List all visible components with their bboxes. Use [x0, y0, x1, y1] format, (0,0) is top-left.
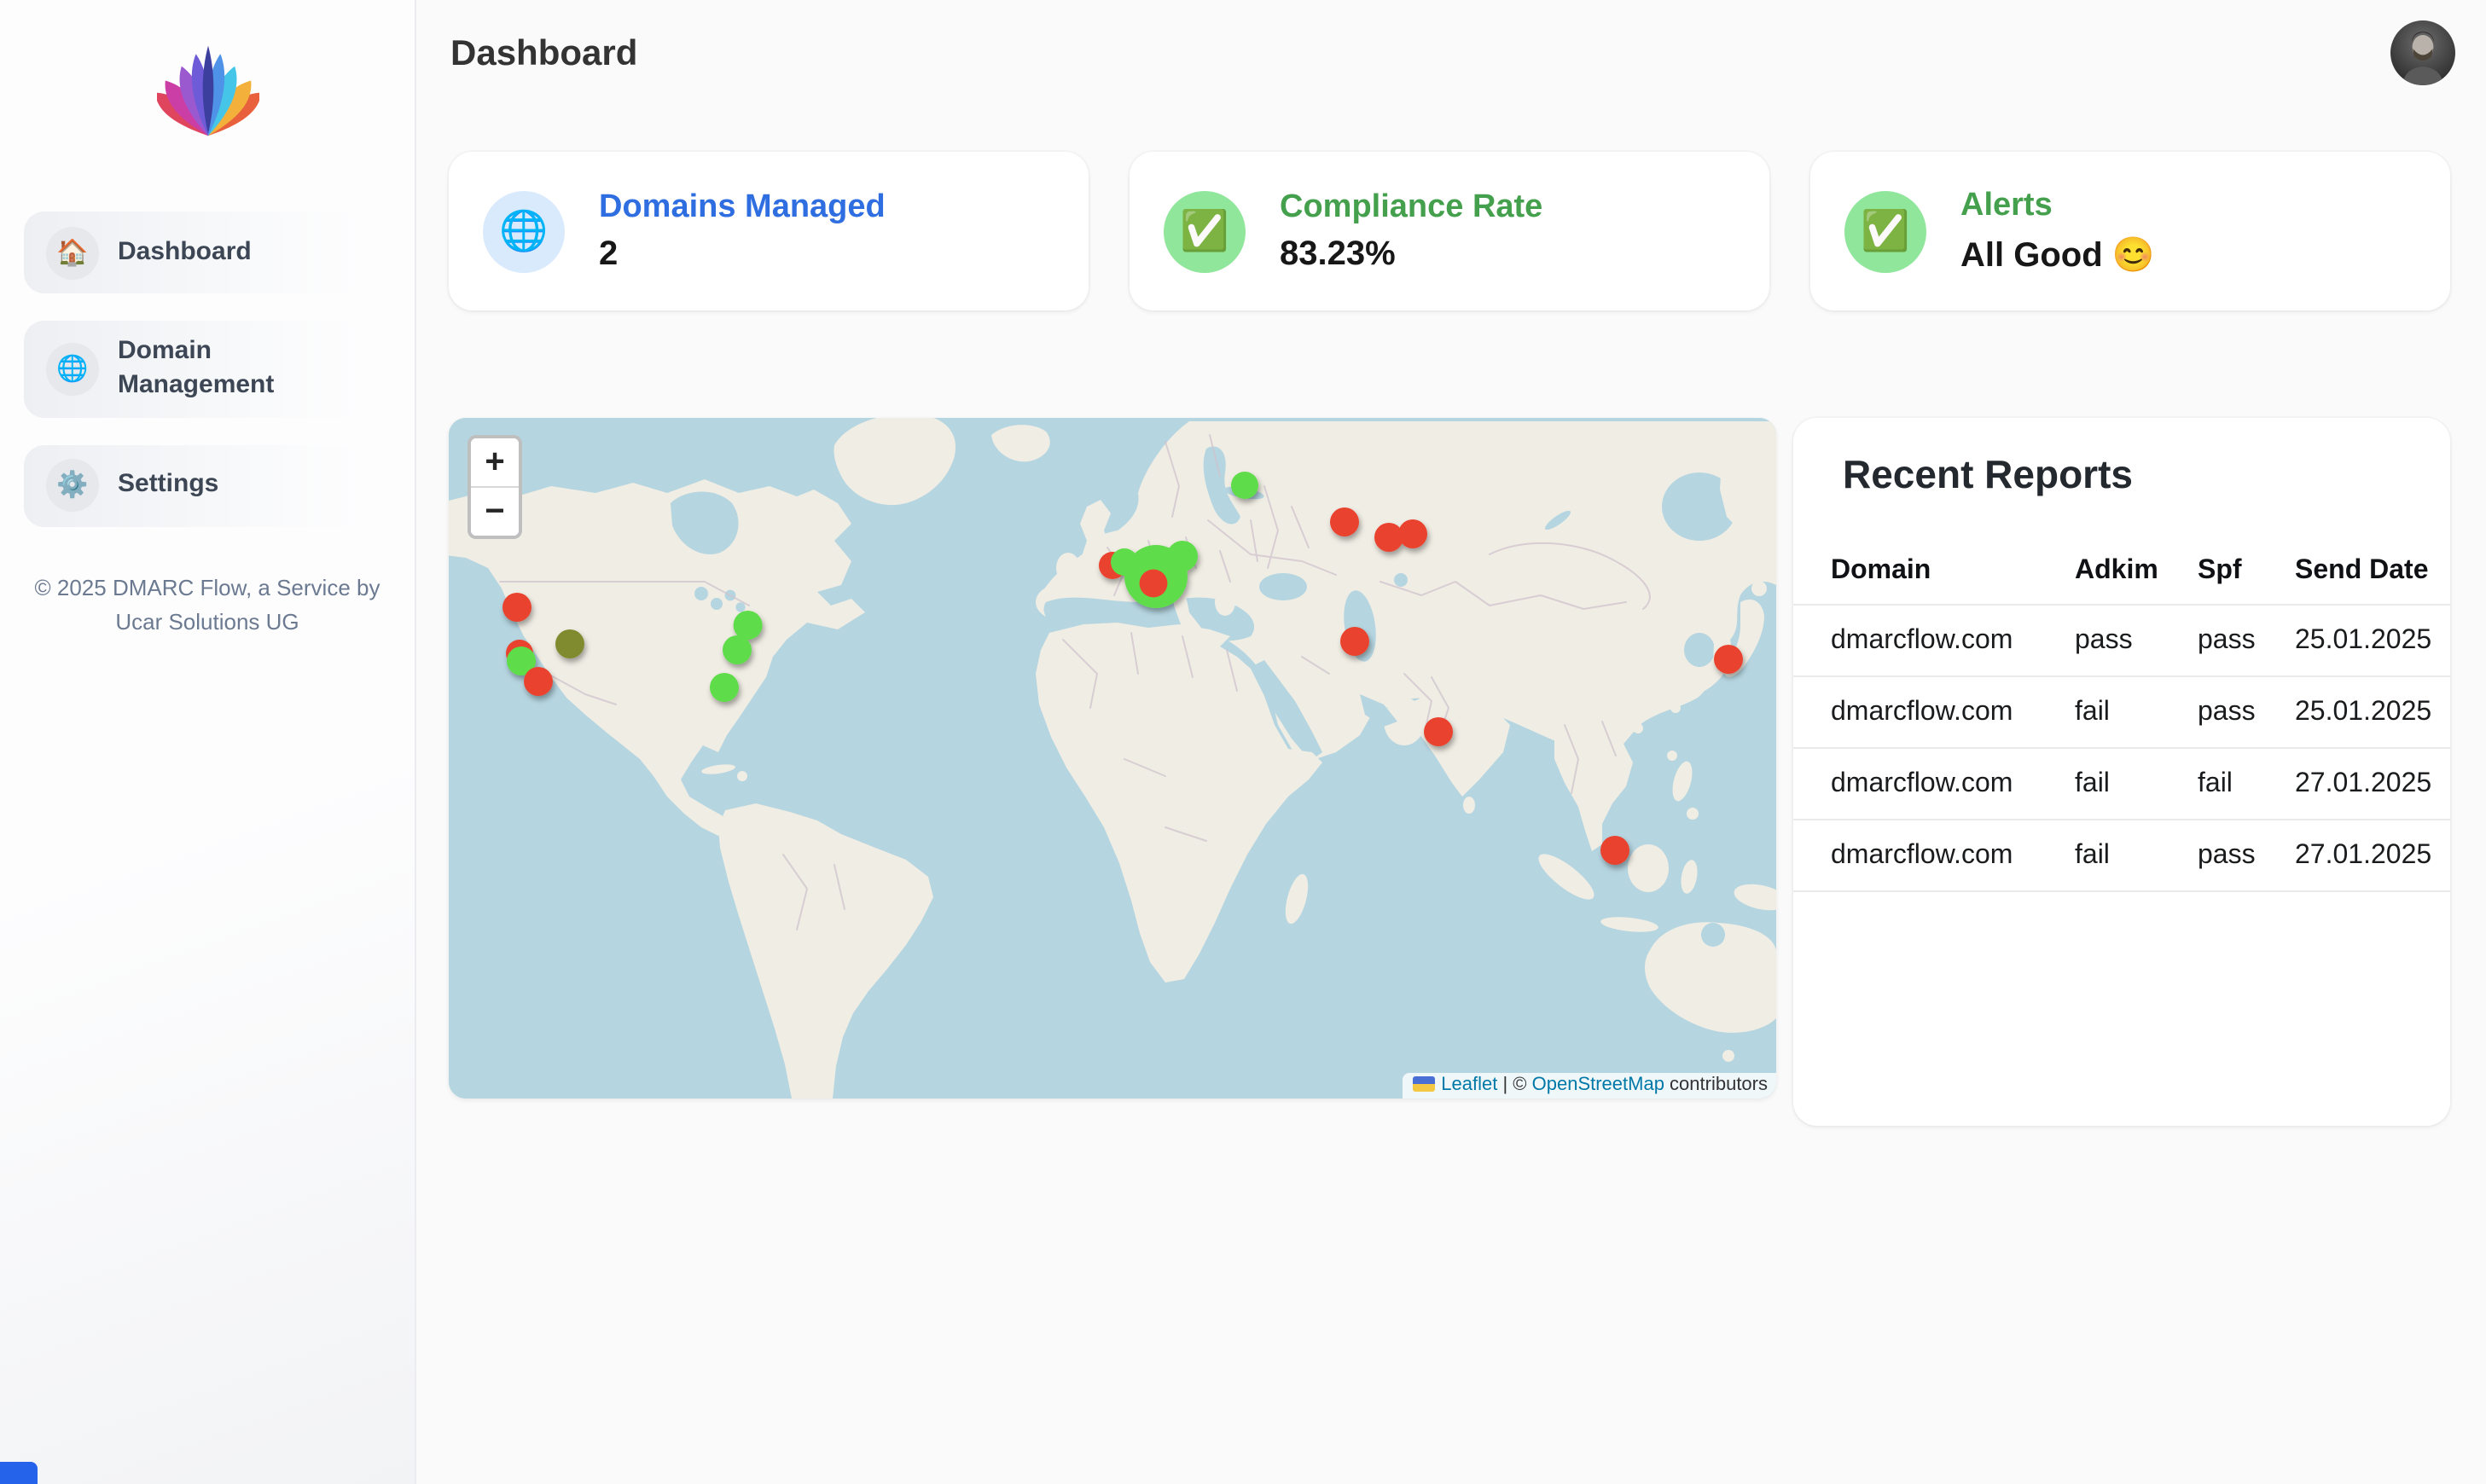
- stat-card-value: 2: [599, 235, 886, 274]
- report-cell: 25.01.2025: [2295, 697, 2431, 728]
- check-icon: ✅: [1844, 190, 1926, 272]
- stat-cards-row: 🌐Domains Managed2✅Compliance Rate83.23%✅…: [449, 152, 2450, 310]
- sidebar-footer-text: © 2025 DMARC Flow, a Service by Ucar Sol…: [0, 571, 415, 641]
- report-cell: dmarcflow.com: [1831, 697, 2075, 728]
- report-cell: fail: [2075, 768, 2198, 799]
- openstreetmap-link[interactable]: OpenStreetMap: [1532, 1075, 1664, 1095]
- sidebar-item-label: Domain Management: [118, 334, 326, 403]
- report-cell: pass: [2198, 697, 2295, 728]
- report-marker-red[interactable]: [1340, 627, 1369, 656]
- globe-icon: 🌐: [46, 343, 99, 396]
- stat-card-alerts: ✅ Alerts All Good 😊: [1810, 152, 2450, 310]
- sidebar-item-domain-management[interactable]: 🌐 Domain Management: [24, 321, 362, 417]
- world-map[interactable]: + − Leaflet | © OpenStreetMap contributo…: [449, 418, 1776, 1099]
- ukraine-flag-icon: [1412, 1076, 1434, 1092]
- reports-table: DomainAdkimSpfSend Datedmarcflow.compass…: [1793, 539, 2450, 892]
- leaf-logo-icon: [156, 38, 258, 140]
- column-header: Spf: [2198, 556, 2295, 587]
- map-attribution: Leaflet | © OpenStreetMap contributors: [1402, 1073, 1776, 1099]
- zoom-in-button[interactable]: +: [471, 438, 519, 488]
- report-marker-green[interactable]: [734, 611, 763, 640]
- attribution-suffix: contributors: [1664, 1075, 1768, 1095]
- sidebar-nav: 🏠 Dashboard 🌐 Domain Management ⚙️ Settings: [0, 212, 415, 526]
- report-cell: 25.01.2025: [2295, 625, 2431, 656]
- report-cell: dmarcflow.com: [1831, 768, 2075, 799]
- report-marker-red[interactable]: [524, 667, 553, 696]
- home-icon: 🏠: [46, 226, 99, 279]
- report-marker-red[interactable]: [1424, 717, 1453, 746]
- recent-reports-panel: Recent Reports DomainAdkimSpfSend Datedm…: [1793, 418, 2450, 1126]
- report-cell: 27.01.2025: [2295, 840, 2431, 871]
- report-cell: fail: [2075, 697, 2198, 728]
- report-marker-green[interactable]: [1231, 472, 1258, 499]
- column-header: Adkim: [2075, 556, 2198, 587]
- report-marker-green[interactable]: [723, 635, 752, 664]
- report-marker-red[interactable]: [1140, 570, 1168, 598]
- report-cell: pass: [2075, 625, 2198, 656]
- stat-card-domains-managed: 🌐 Domains Managed 2: [449, 152, 1089, 310]
- sidebar-item-label: Dashboard: [118, 235, 252, 270]
- attribution-separator: | ©: [1497, 1075, 1531, 1095]
- sidebar: 🏠 Dashboard 🌐 Domain Management ⚙️ Settings ©…: [0, 0, 416, 1484]
- check-icon: ✅: [1164, 190, 1246, 272]
- stat-card-title: Compliance Rate: [1280, 188, 1542, 226]
- report-row: dmarcflow.compasspass25.01.2025: [1793, 606, 2450, 677]
- report-marker-red[interactable]: [502, 593, 531, 622]
- avatar-photo: [2390, 20, 2455, 85]
- stat-card-title: Domains Managed: [599, 188, 886, 226]
- report-marker-red[interactable]: [1330, 507, 1359, 536]
- zoom-out-button[interactable]: −: [471, 488, 519, 536]
- report-row: dmarcflow.comfailpass27.01.2025: [1793, 820, 2450, 892]
- report-cell: pass: [2198, 625, 2295, 656]
- sidebar-item-dashboard[interactable]: 🏠 Dashboard: [24, 212, 362, 293]
- stat-card-compliance-rate: ✅ Compliance Rate 83.23%: [1130, 152, 1769, 310]
- report-marker-red[interactable]: [1600, 836, 1629, 865]
- report-row: dmarcflow.comfailfail27.01.2025: [1793, 749, 2450, 820]
- user-avatar[interactable]: [2390, 20, 2455, 85]
- report-cell: fail: [2198, 768, 2295, 799]
- report-row: dmarcflow.comfailpass25.01.2025: [1793, 677, 2450, 749]
- sidebar-item-label: Settings: [118, 468, 218, 503]
- report-cell: 27.01.2025: [2295, 768, 2431, 799]
- stat-card-value: All Good 😊: [1960, 233, 2155, 275]
- map-tiles: [449, 418, 1776, 1099]
- app-logo: [0, 0, 415, 140]
- recent-reports-title: Recent Reports: [1843, 452, 2450, 498]
- report-marker-green[interactable]: [710, 673, 739, 702]
- column-header: Domain: [1831, 556, 2075, 587]
- reports-header-row: DomainAdkimSpfSend Date: [1793, 539, 2450, 606]
- report-cell: dmarcflow.com: [1831, 840, 2075, 871]
- report-marker-red[interactable]: [1398, 519, 1427, 548]
- report-cell: fail: [2075, 840, 2198, 871]
- report-cell: dmarcflow.com: [1831, 625, 2075, 656]
- page-title: Dashboard: [450, 34, 637, 75]
- report-marker-red[interactable]: [1714, 645, 1743, 674]
- sidebar-item-settings[interactable]: ⚙️ Settings: [24, 444, 362, 526]
- stat-card-value: 83.23%: [1280, 235, 1542, 274]
- leaflet-link[interactable]: Leaflet: [1441, 1075, 1497, 1095]
- column-header: Send Date: [2295, 556, 2430, 587]
- stat-card-title: Alerts: [1960, 187, 2155, 224]
- report-marker-olive[interactable]: [555, 629, 584, 658]
- dashboard-page: 🏠 Dashboard 🌐 Domain Management ⚙️ Settings ©…: [0, 0, 2486, 1484]
- gear-icon: ⚙️: [46, 459, 99, 512]
- map-zoom-control: + −: [468, 435, 522, 539]
- report-cell: pass: [2198, 840, 2295, 871]
- partial-bottom-left-element: [0, 1462, 38, 1484]
- globe-icon: 🌐: [483, 190, 565, 272]
